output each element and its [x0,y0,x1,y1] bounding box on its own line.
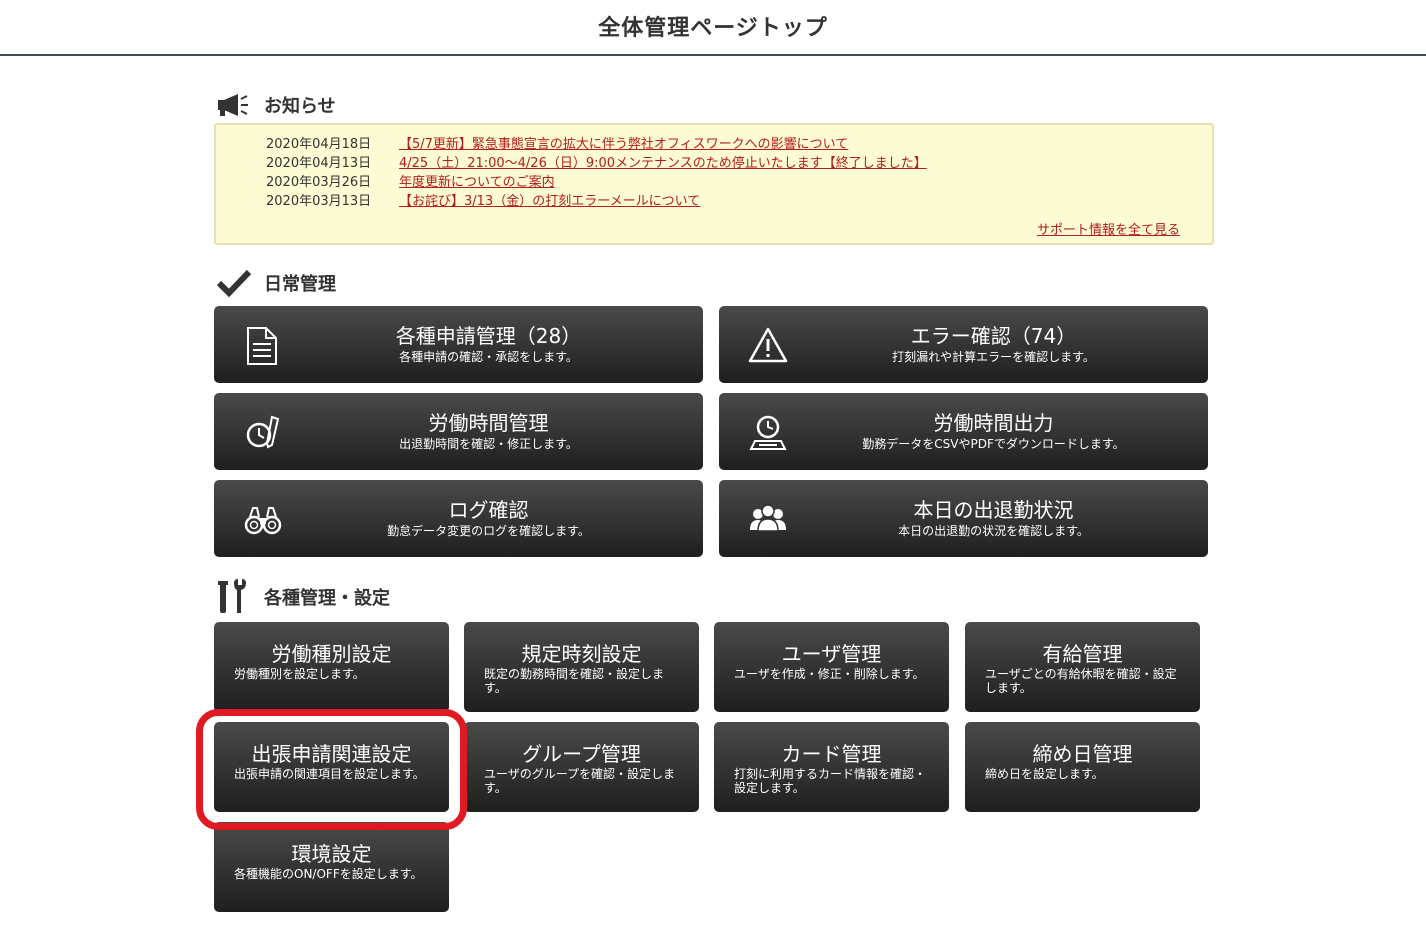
notice-item: 2020年03月13日 【お詫び】3/13（金）の打刻エラーメールについて [266,192,700,211]
button-title: 出張申請関連設定 [251,742,412,766]
business-trip-setting-button[interactable]: 出張申請関連設定 出張申請の関連項目を設定します。 [214,722,449,812]
button-description: ユーザのグループを確認・設定します。 [484,767,676,795]
button-description: 締め日を設定します。 [985,767,1104,781]
button-title: ユーザ管理 [781,642,882,666]
notices-heading: お知らせ [216,88,336,122]
today-attendance-button[interactable]: 本日の出退勤状況 本日の出退勤の状況を確認します。 [719,480,1208,557]
notice-item: 2020年03月26日 年度更新についてのご案内 [266,173,555,192]
button-title: 労働時間管理 [428,411,549,435]
notice-date: 2020年04月13日 [266,156,372,171]
button-title: 規定時刻設定 [521,642,642,666]
daily-heading: 日常管理 [216,266,336,300]
button-title: 各種申請管理（28） [395,324,582,348]
standard-time-setting-button[interactable]: 規定時刻設定 既定の勤務時間を確認・設定します。 [464,622,699,712]
notice-item: 2020年04月13日 4/25（土）21:00～4/26（日）9:00メンテナン… [266,154,927,173]
notices-heading-label: お知らせ [264,96,336,117]
button-description: 勤務データをCSVやPDFでダウンロードします。 [862,437,1125,451]
button-description: 労働種別を設定します。 [234,667,365,681]
group-management-button[interactable]: グループ管理 ユーザのグループを確認・設定します。 [464,722,699,812]
error-check-button[interactable]: エラー確認（74） 打刻漏れや計算エラーを確認します。 [719,306,1208,383]
notice-date: 2020年03月13日 [266,194,372,209]
button-description: 各種機能のON/OFFを設定します。 [234,867,423,881]
notices-box: 2020年04月18日 【5/7更新】緊急事態宣言の拡大に伴う弊社オフィスワークへ… [214,123,1214,245]
button-title: 労働種別設定 [271,642,392,666]
button-description: ユーザを作成・修正・削除します。 [734,667,925,681]
checkmark-icon [216,266,256,300]
notice-link[interactable]: 【お詫び】3/13（金）の打刻エラーメールについて [399,194,700,209]
environment-setting-button[interactable]: 環境設定 各種機能のON/OFFを設定します。 [214,822,449,912]
button-description: 出張申請の関連項目を設定します。 [234,767,425,781]
log-check-button[interactable]: ログ確認 勤怠データ変更のログを確認します。 [214,480,703,557]
button-title: 締め日管理 [1032,742,1133,766]
notice-date: 2020年04月18日 [266,137,372,152]
button-description: 本日の出退勤の状況を確認します。 [898,524,1089,538]
button-description: 各種申請の確認・承認をします。 [399,350,578,364]
button-description: 出退勤時間を確認・修正します。 [399,437,578,451]
page-header: 全体管理ページトップ [0,0,1426,56]
tools-icon [216,579,256,614]
notice-link[interactable]: 4/25（土）21:00～4/26（日）9:00メンテナンスのため停止いたします… [399,156,927,171]
work-type-setting-button[interactable]: 労働種別設定 労働種別を設定します。 [214,622,449,712]
button-title: エラー確認（74） [910,324,1077,348]
card-management-button[interactable]: カード管理 打刻に利用するカード情報を確認・設定します。 [714,722,949,812]
settings-heading-label: 各種管理・設定 [264,588,390,609]
work-time-management-button[interactable]: 労働時間管理 出退勤時間を確認・修正します。 [214,393,703,470]
button-title: グループ管理 [522,742,641,766]
megaphone-icon [216,88,256,122]
page-title: 全体管理ページトップ [598,16,828,41]
user-management-button[interactable]: ユーザ管理 ユーザを作成・修正・削除します。 [714,622,949,712]
closing-date-management-button[interactable]: 締め日管理 締め日を設定します。 [965,722,1200,812]
button-title: 環境設定 [291,842,372,866]
button-description: ユーザごとの有給休暇を確認・設定します。 [985,667,1177,695]
notice-date: 2020年03月26日 [266,175,372,190]
button-description: 打刻漏れや計算エラーを確認します。 [892,350,1095,364]
settings-heading: 各種管理・設定 [216,579,390,614]
button-title: カード管理 [781,742,882,766]
notice-link[interactable]: 年度更新についてのご案内 [399,175,555,190]
button-title: ログ確認 [448,498,529,522]
work-time-output-button[interactable]: 労働時間出力 勤務データをCSVやPDFでダウンロードします。 [719,393,1208,470]
notice-link[interactable]: 【5/7更新】緊急事態宣言の拡大に伴う弊社オフィスワークへの影響について [399,137,848,152]
button-description: 打刻に利用するカード情報を確認・設定します。 [734,767,927,795]
daily-heading-label: 日常管理 [264,274,336,295]
all-support-info-link[interactable]: サポート情報を全て見る [1037,219,1180,238]
button-title: 労働時間出力 [933,411,1054,435]
button-description: 勤怠データ変更のログを確認します。 [387,524,590,538]
paid-leave-management-button[interactable]: 有給管理 ユーザごとの有給休暇を確認・設定します。 [965,622,1200,712]
notice-item: 2020年04月18日 【5/7更新】緊急事態宣言の拡大に伴う弊社オフィスワークへ… [266,135,848,154]
button-description: 既定の勤務時間を確認・設定します。 [484,667,665,695]
application-management-button[interactable]: 各種申請管理（28） 各種申請の確認・承認をします。 [214,306,703,383]
button-title: 有給管理 [1042,642,1123,666]
button-title: 本日の出退勤状況 [913,498,1074,522]
